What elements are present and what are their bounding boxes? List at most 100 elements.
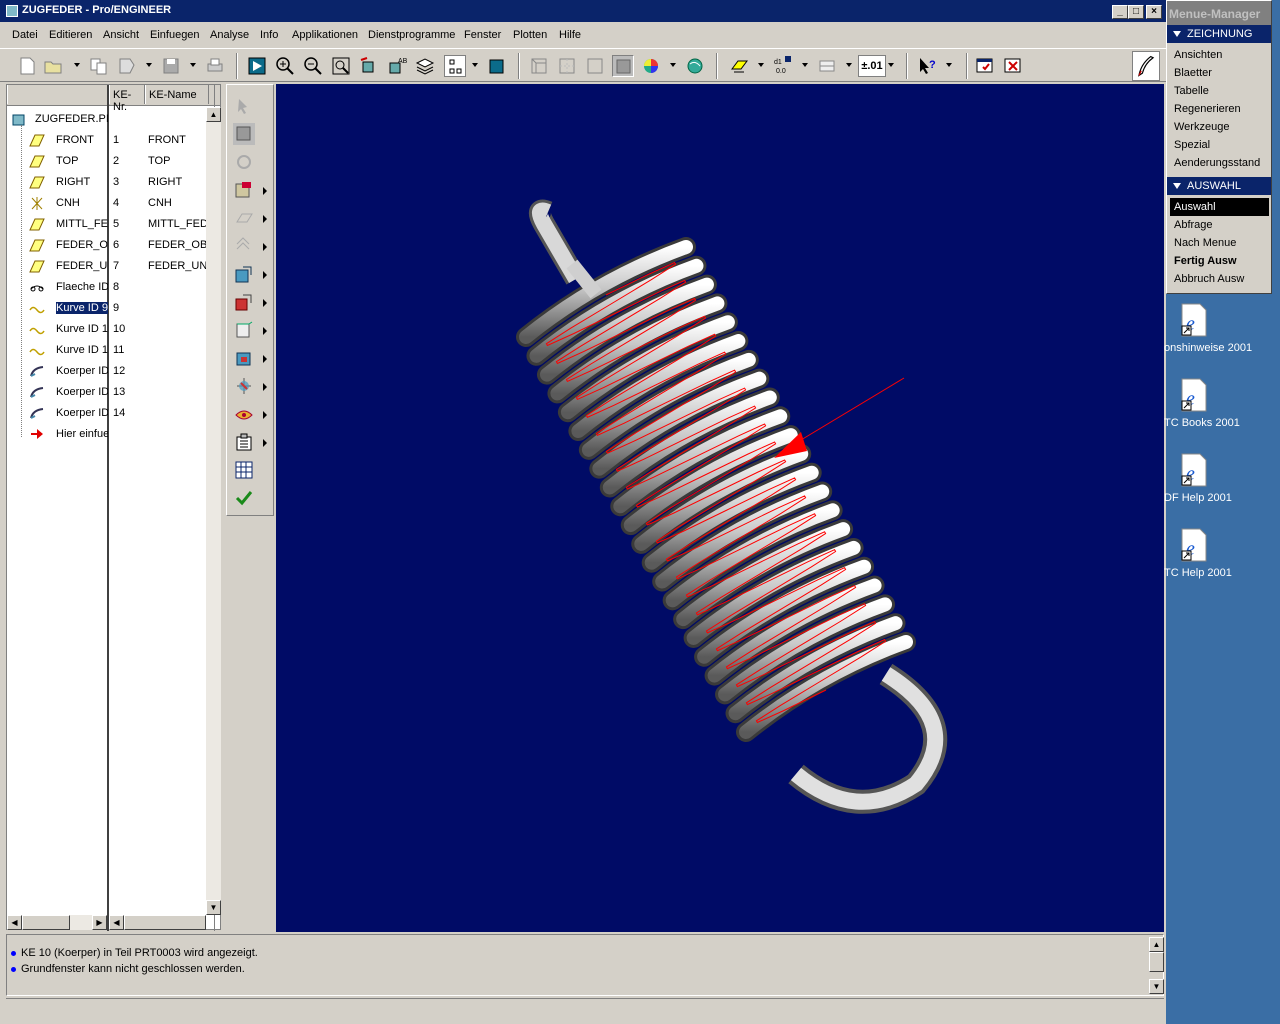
zeichnung-header[interactable]: ZEICHNUNG [1167,25,1271,43]
print-icon[interactable] [204,55,226,77]
shell-tool-icon[interactable] [233,319,255,341]
web-browser-icon[interactable] [684,55,706,77]
mm-regenerieren[interactable]: Regenerieren [1174,103,1241,115]
mm-abfrage[interactable]: Abfrage [1174,219,1213,231]
menu-dienstprogramme[interactable]: Dienstprogramme [368,29,455,41]
pattern-tool-icon[interactable] [233,235,255,257]
mm-auswahl[interactable]: Auswahl [1170,198,1269,216]
scroll-up-button[interactable]: ▲ [206,107,221,122]
menu-fenster[interactable]: Fenster [464,29,501,41]
wireframe-icon[interactable] [528,55,550,77]
hidden-line-icon[interactable] [556,55,578,77]
tree-row[interactable]: Koerper ID 12 [7,361,207,382]
mm-fertig-ausw[interactable]: Fertig Ausw [1174,255,1237,267]
tree-row[interactable]: Kurve ID 9 9 [7,298,207,319]
sketch-pen-icon[interactable] [1132,51,1160,81]
save-icon[interactable] [160,55,182,77]
paste-icon[interactable] [116,55,138,77]
mm-tabelle[interactable]: Tabelle [1174,85,1209,97]
dimensions-display-icon[interactable]: d1 0.0 [772,55,794,77]
draft-tool-icon[interactable] [233,375,255,397]
tree-row[interactable]: Hier einfue [7,424,207,445]
tree-column-header[interactable] [7,85,109,104]
title-bar[interactable]: ZUGFEDER - Pro/ENGINEER _ □ × [0,0,1166,22]
mm-werkzeuge[interactable]: Werkzeuge [1174,121,1229,133]
tree-vertical-scrollbar[interactable]: ▲ ▼ [206,107,221,915]
surface-tool-icon[interactable] [233,403,255,425]
hole-tool-icon[interactable] [233,263,255,285]
redraw-icon[interactable] [246,55,268,77]
message-scroll-down[interactable]: ▼ [1149,979,1164,994]
message-scroll-thumb[interactable] [1149,952,1164,972]
shaded-display-icon[interactable] [486,55,508,77]
datum-display-icon[interactable] [233,123,255,145]
tree-row[interactable]: Kurve ID 1 11 [7,340,207,361]
context-help-icon[interactable]: ? [916,55,938,77]
mm-nach-menue[interactable]: Nach Menue [1174,237,1236,249]
tree-row[interactable]: Koerper ID 13 [7,382,207,403]
mm-abbruch-ausw[interactable]: Abbruch Ausw [1174,273,1244,285]
ke-name-column-header[interactable]: KE-Name [145,85,209,104]
menu-manager-title[interactable]: Menue-Manager [1167,1,1271,25]
table-tool-icon[interactable] [233,459,255,481]
message-scroll-up[interactable]: ▲ [1149,937,1164,952]
datum-plane-toggle-icon[interactable] [728,55,750,77]
saved-views-icon[interactable]: AB [386,55,408,77]
zoom-in-icon[interactable] [274,55,296,77]
mm-ansichten[interactable]: Ansichten [1174,49,1222,61]
reorient-icon[interactable] [358,55,380,77]
menu-analyse[interactable]: Analyse [210,29,249,41]
copy-icon[interactable] [88,55,110,77]
feature-info-icon[interactable] [233,431,255,453]
scroll-right-button[interactable]: ▶ [92,915,107,930]
tree-row[interactable]: FRONT 1 FRONT [7,130,207,151]
menu-hilfe[interactable]: Hilfe [559,29,581,41]
tree-row[interactable]: RIGHT 3 RIGHT [7,172,207,193]
tree-root-item[interactable]: ZUGFEDER.PI [7,109,207,130]
shading-icon[interactable] [612,55,634,77]
sketch-tool-icon[interactable] [233,151,255,173]
extrude-tool-icon[interactable] [233,179,255,201]
scroll-thumb-2[interactable] [124,915,206,930]
scroll-down-button[interactable]: ▼ [206,900,221,915]
tree-row[interactable]: FEDER_O 6 FEDER_OB [7,235,207,256]
mm-spezial[interactable]: Spezial [1174,139,1210,151]
graphics-window[interactable] [276,84,1164,932]
done-checkmark-icon[interactable] [233,487,255,509]
grid-display-icon[interactable] [816,55,838,77]
new-file-icon[interactable] [16,55,38,77]
select-tool-icon[interactable] [233,95,255,117]
menu-datei[interactable]: Datei [12,29,38,41]
color-appearance-icon[interactable] [640,55,662,77]
ke-nr-column-header[interactable]: KE-Nr. [109,85,145,113]
rib-tool-icon[interactable] [233,347,255,369]
tree-row[interactable]: MITTL_FE 5 MITTL_FED [7,214,208,235]
round-tool-icon[interactable] [233,291,255,313]
zoom-out-icon[interactable] [302,55,324,77]
maximize-button[interactable]: □ [1128,5,1144,19]
window-activate-icon[interactable] [974,55,996,77]
menu-ansicht[interactable]: Ansicht [103,29,139,41]
scroll-left-button[interactable]: ◀ [7,915,22,930]
layers-icon[interactable] [414,55,436,77]
tree-horizontal-scrollbar-right[interactable]: ◀ [109,915,206,930]
scroll-thumb[interactable] [22,915,70,930]
tree-row[interactable]: Koerper ID 14 [7,403,207,424]
minimize-button[interactable]: _ [1112,5,1128,19]
tree-row[interactable]: Kurve ID 1 10 [7,319,207,340]
tree-row[interactable]: TOP 2 TOP [7,151,207,172]
close-button[interactable]: × [1146,5,1162,19]
menu-info[interactable]: Info [260,29,278,41]
tree-horizontal-scrollbar-left[interactable]: ◀ ▶ [7,915,107,930]
open-folder-icon[interactable] [42,55,64,77]
refit-icon[interactable] [330,55,352,77]
window-close-icon[interactable] [1002,55,1024,77]
model-tree-toggle-icon[interactable] [444,55,466,77]
scroll-left-button-2[interactable]: ◀ [109,915,124,930]
menu-einfuegen[interactable]: Einfuegen [150,29,200,41]
mm-blaetter[interactable]: Blaetter [1174,67,1212,79]
tree-row[interactable]: CNH 4 CNH [7,193,207,214]
plane-tool-icon[interactable] [233,207,255,229]
tree-row[interactable]: Flaeche ID 8 [7,277,207,298]
no-hidden-icon[interactable] [584,55,606,77]
